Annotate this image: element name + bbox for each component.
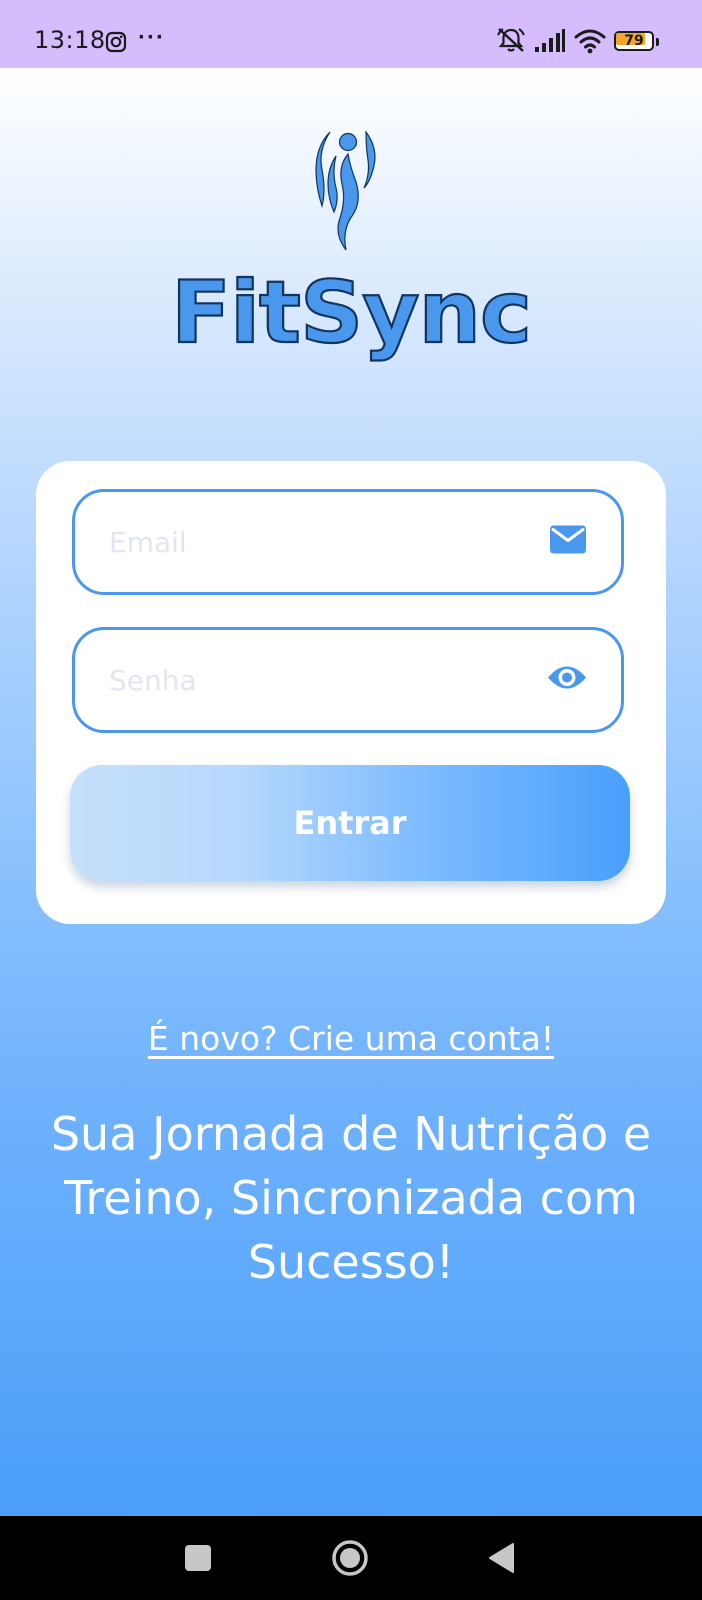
more-notifications-indicator: ··· [138, 24, 165, 51]
recents-button[interactable] [176, 1536, 220, 1580]
signal-icon [534, 29, 566, 58]
home-button[interactable] [328, 1536, 372, 1580]
battery-icon: 79 [614, 31, 659, 51]
login-card: Entrar [36, 461, 666, 924]
eye-icon[interactable] [547, 664, 587, 697]
silent-mode-icon [496, 26, 526, 59]
password-input[interactable] [109, 630, 529, 730]
instagram-icon [105, 31, 127, 58]
system-navigation-bar [0, 1516, 702, 1600]
tagline: Sua Jornada de Nutrição e Treino, Sincro… [50, 1107, 652, 1289]
email-field[interactable] [72, 489, 624, 595]
back-button[interactable] [480, 1536, 524, 1580]
login-button[interactable]: Entrar [70, 765, 630, 881]
back-icon [489, 1543, 514, 1573]
wifi-icon [574, 28, 606, 59]
battery-level: 79 [624, 33, 644, 49]
status-bar: 13:18 ··· 79 [0, 0, 702, 68]
fitsync-wordmark-text: FitSync [171, 268, 531, 363]
fitsync-logo-icon [312, 126, 382, 258]
fitsync-wordmark: FitSync [160, 262, 542, 368]
recents-icon [185, 1545, 211, 1571]
password-field[interactable] [72, 627, 624, 733]
login-button-label: Entrar [293, 804, 407, 842]
signup-link[interactable]: É novo? Crie uma conta! [0, 1019, 702, 1058]
email-input[interactable] [109, 492, 529, 592]
envelope-icon [549, 525, 587, 560]
status-time: 13:18 [34, 26, 106, 54]
login-screen: FitSync Entrar [0, 68, 702, 1516]
